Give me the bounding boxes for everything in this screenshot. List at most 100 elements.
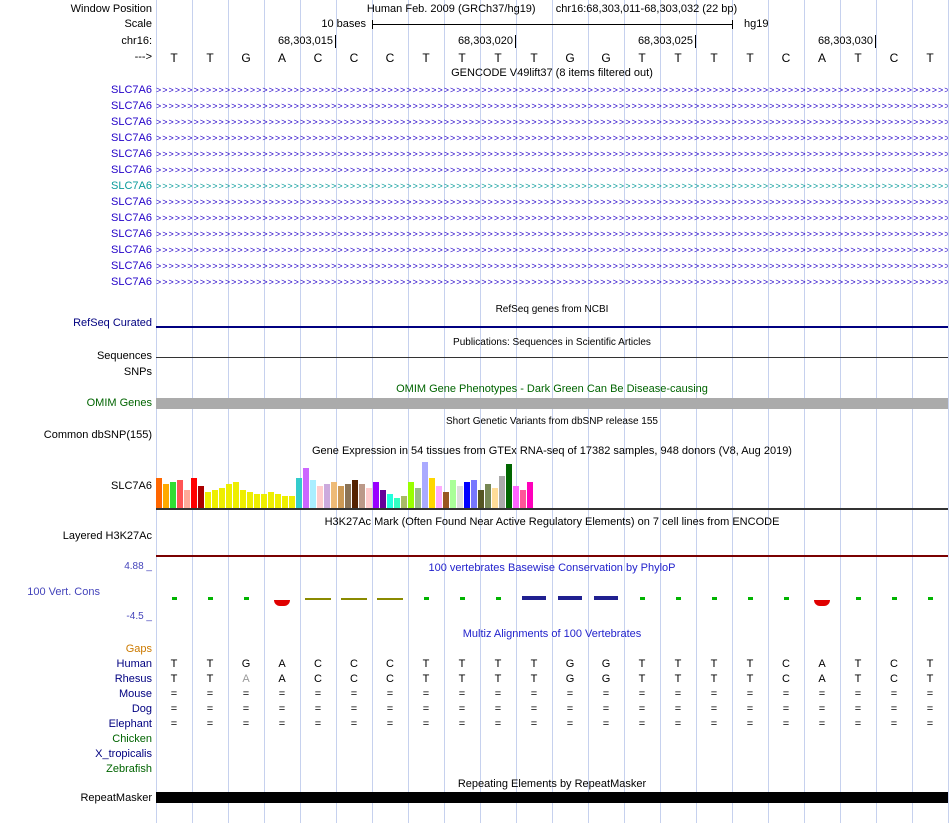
gtex-tissue-bar[interactable] <box>226 484 232 508</box>
alignment-cells[interactable]: = = = = = = = = = = = = = = = = = = = = = = <box>156 702 948 717</box>
species-label[interactable]: Rhesus <box>0 672 152 687</box>
transcript-intron-line[interactable]: >>>>>>>>>>>>>>>>>>>>>>>>>>>>>>>>>>>>>>>>… <box>156 146 948 162</box>
gtex-tissue-bar[interactable] <box>513 486 519 508</box>
gtex-tissue-bar[interactable] <box>317 486 323 508</box>
omim-genes-label[interactable]: OMIM Genes <box>0 397 152 410</box>
transcript-intron-line[interactable]: >>>>>>>>>>>>>>>>>>>>>>>>>>>>>>>>>>>>>>>>… <box>156 130 948 146</box>
gtex-tissue-bar[interactable] <box>450 480 456 508</box>
alignment-cells[interactable]: TTAACCCTTTTGGTTTTCATCT <box>156 672 948 687</box>
gencode-title[interactable]: GENCODE V49lift37 (8 items filtered out) <box>156 67 948 80</box>
omim-gene-bar[interactable] <box>156 398 948 409</box>
gtex-tissue-bar[interactable] <box>478 490 484 508</box>
gtex-tissue-bar[interactable] <box>254 494 260 508</box>
sequence-cells[interactable]: TTGACCCTTTTGGTTTTCATCT <box>156 51 948 65</box>
alignment-cells[interactable]: TTGACCCTTTTGGTTTTCATCT <box>156 657 948 672</box>
coord-cells[interactable]: 68,303,015 68,303,020 68,303,025 68,303,030 <box>156 35 948 49</box>
dbsnp-title[interactable]: Short Genetic Variants from dbSNP releas… <box>156 415 948 428</box>
gtex-tissue-bar[interactable] <box>387 494 393 508</box>
refseq-title[interactable]: RefSeq genes from NCBI <box>156 303 948 316</box>
species-label[interactable]: Elephant <box>0 717 152 732</box>
gene-label[interactable]: SLC7A6 <box>0 146 152 162</box>
refseq-curated-label[interactable]: RefSeq Curated <box>0 317 152 330</box>
gtex-tissue-bar[interactable] <box>205 492 211 508</box>
repeatmasker-label[interactable]: RepeatMasker <box>0 792 152 805</box>
gtex-tissue-bar[interactable] <box>198 486 204 508</box>
gtex-tissue-bar[interactable] <box>331 482 337 508</box>
transcript-intron-line[interactable]: >>>>>>>>>>>>>>>>>>>>>>>>>>>>>>>>>>>>>>>>… <box>156 98 948 114</box>
species-label[interactable]: Human <box>0 657 152 672</box>
gtex-tissue-bar[interactable] <box>212 490 218 508</box>
gene-label[interactable]: SLC7A6 <box>0 114 152 130</box>
gtex-tissue-bar[interactable] <box>366 488 372 508</box>
species-label[interactable]: X_tropicalis <box>0 747 152 762</box>
gtex-tissue-bar[interactable] <box>324 484 330 508</box>
gtex-tissue-bar[interactable] <box>457 486 463 508</box>
sequences-label[interactable]: Sequences <box>0 350 152 363</box>
gtex-tissue-bar[interactable] <box>156 478 162 508</box>
gtex-tissue-bar[interactable] <box>177 480 183 508</box>
transcript-intron-line[interactable]: >>>>>>>>>>>>>>>>>>>>>>>>>>>>>>>>>>>>>>>>… <box>156 194 948 210</box>
gtex-tissue-bar[interactable] <box>163 484 169 508</box>
publications-title[interactable]: Publications: Sequences in Scientific Ar… <box>156 336 948 349</box>
gtex-tissue-bar[interactable] <box>408 482 414 508</box>
alignment-cells[interactable]: = = = = = = = = = = = = = = = = = = = = = = <box>156 687 948 702</box>
transcript-intron-line[interactable]: >>>>>>>>>>>>>>>>>>>>>>>>>>>>>>>>>>>>>>>>… <box>156 258 948 274</box>
gtex-tissue-bar[interactable] <box>436 486 442 508</box>
transcript-intron-line[interactable]: >>>>>>>>>>>>>>>>>>>>>>>>>>>>>>>>>>>>>>>>… <box>156 274 948 290</box>
gtex-tissue-bar[interactable] <box>464 482 470 508</box>
species-label[interactable]: Gaps <box>0 642 152 657</box>
publications-item-bar[interactable] <box>156 357 948 358</box>
gtex-tissue-bar[interactable] <box>429 478 435 508</box>
gtex-tissue-bar[interactable] <box>520 490 526 508</box>
species-label[interactable]: Zebrafish <box>0 762 152 777</box>
gtex-tissue-bar[interactable] <box>359 484 365 508</box>
gtex-gene-label[interactable]: SLC7A6 <box>0 480 152 493</box>
gtex-tissue-bar[interactable] <box>422 462 428 508</box>
dbsnp-label[interactable]: Common dbSNP(155) <box>0 429 152 442</box>
repeatmasker-title[interactable]: Repeating Elements by RepeatMasker <box>156 778 948 791</box>
gtex-tissue-bar[interactable] <box>415 488 421 508</box>
gtex-tissue-bar[interactable] <box>401 496 407 508</box>
transcript-intron-line[interactable]: >>>>>>>>>>>>>>>>>>>>>>>>>>>>>>>>>>>>>>>>… <box>156 114 948 130</box>
gene-label[interactable]: SLC7A6 <box>0 162 152 178</box>
species-label[interactable]: Mouse <box>0 687 152 702</box>
repeatmasker-bar[interactable] <box>156 792 948 803</box>
gtex-tissue-bar[interactable] <box>289 496 295 508</box>
gtex-tissue-bar[interactable] <box>261 494 267 508</box>
gene-label[interactable]: SLC7A6 <box>0 210 152 226</box>
gtex-tissue-bar[interactable] <box>191 478 197 508</box>
gene-label[interactable]: SLC7A6 <box>0 130 152 146</box>
transcript-intron-line[interactable]: >>>>>>>>>>>>>>>>>>>>>>>>>>>>>>>>>>>>>>>>… <box>156 162 948 178</box>
transcript-intron-line[interactable]: >>>>>>>>>>>>>>>>>>>>>>>>>>>>>>>>>>>>>>>>… <box>156 210 948 226</box>
refseq-gene-bar[interactable] <box>156 326 948 328</box>
gene-label[interactable]: SLC7A6 <box>0 274 152 290</box>
conservation-track-label[interactable]: 100 Vert. Cons <box>0 586 100 599</box>
gtex-tissue-bar[interactable] <box>303 468 309 508</box>
gtex-tissue-bar[interactable] <box>268 492 274 508</box>
snps-label[interactable]: SNPs <box>0 366 152 379</box>
gtex-tissue-bar[interactable] <box>184 490 190 508</box>
gtex-tissue-bar[interactable] <box>506 464 512 508</box>
gene-label[interactable]: SLC7A6 <box>0 258 152 274</box>
gtex-tissue-bar[interactable] <box>527 482 533 508</box>
gtex-tissue-bar[interactable] <box>282 496 288 508</box>
gtex-tissue-bar[interactable] <box>345 484 351 508</box>
gene-label[interactable]: SLC7A6 <box>0 178 152 194</box>
transcript-intron-line[interactable]: >>>>>>>>>>>>>>>>>>>>>>>>>>>>>>>>>>>>>>>>… <box>156 226 948 242</box>
alignment-cells[interactable]: = = = = = = = = = = = = = = = = = = = = = = <box>156 717 948 732</box>
gene-label[interactable]: SLC7A6 <box>0 242 152 258</box>
multiz-title[interactable]: Multiz Alignments of 100 Vertebrates <box>156 628 948 641</box>
gtex-tissue-bar[interactable] <box>443 492 449 508</box>
gtex-tissue-bar[interactable] <box>170 482 176 508</box>
h3k27ac-label[interactable]: Layered H3K27Ac <box>0 530 152 543</box>
gtex-tissue-bar[interactable] <box>247 492 253 508</box>
gtex-tissue-bar[interactable] <box>296 478 302 508</box>
transcript-intron-line[interactable]: >>>>>>>>>>>>>>>>>>>>>>>>>>>>>>>>>>>>>>>>… <box>156 82 948 98</box>
omim-title[interactable]: OMIM Gene Phenotypes - Dark Green Can Be… <box>156 383 948 396</box>
conservation-title[interactable]: 100 vertebrates Basewise Conservation by… <box>156 562 948 575</box>
species-label[interactable]: Dog <box>0 702 152 717</box>
strand-label[interactable]: ---> <box>0 51 152 64</box>
gtex-tissue-bar[interactable] <box>275 494 281 508</box>
gtex-tissue-bar[interactable] <box>492 488 498 508</box>
gtex-tissue-bar[interactable] <box>352 480 358 508</box>
